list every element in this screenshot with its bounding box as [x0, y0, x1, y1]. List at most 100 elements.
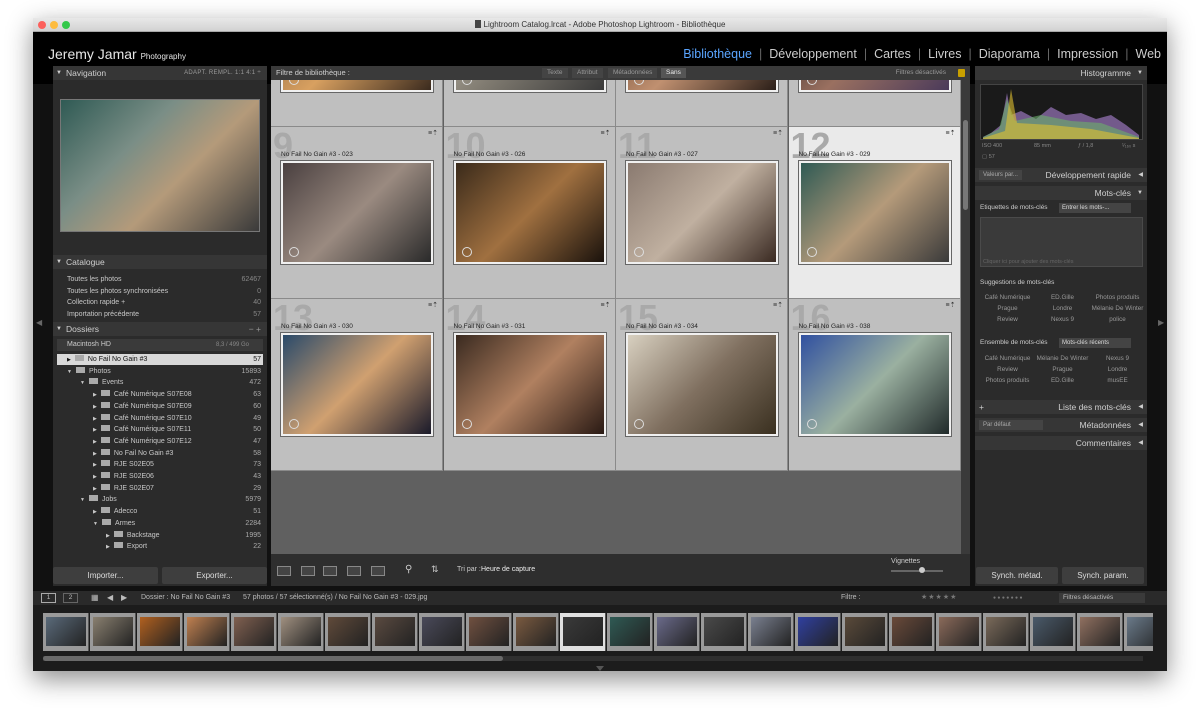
disclosure-triangle-icon[interactable]: ▶	[93, 474, 97, 480]
disclosure-triangle-icon[interactable]: ▶	[93, 462, 97, 468]
filmstrip-thumb[interactable]	[513, 613, 559, 651]
sort-direction-icon[interactable]: ⇅	[431, 564, 439, 575]
keyword-chip[interactable]: Prague	[980, 305, 1035, 312]
filter-tab-text[interactable]: Texte	[542, 68, 568, 78]
keyword-set-select[interactable]: Mots-clés récents	[1059, 338, 1131, 348]
filmstrip-thumb[interactable]	[983, 613, 1029, 651]
metadata-badge-icon[interactable]: ≡⇡	[601, 129, 611, 137]
filmstrip-thumb[interactable]	[654, 613, 700, 651]
folder-item[interactable]: ▶ Café Numérique S07E10	[93, 413, 192, 425]
module-tab[interactable]: Diaporama	[979, 47, 1040, 61]
photo-thumbnail[interactable]	[798, 80, 951, 92]
folder-item[interactable]: ▶ RJE S02E05	[93, 459, 154, 471]
module-tab[interactable]: Bibliothèque	[683, 47, 752, 61]
folder-item[interactable]: ▶ No Fail No Gain #3	[67, 354, 147, 366]
grid-cell[interactable]: 14 No Fail No Gain #3 - 031 ≡⇡	[443, 297, 616, 471]
keyword-chip[interactable]: Café Numérique	[980, 294, 1035, 301]
filmstrip-thumb[interactable]	[1124, 613, 1153, 651]
photo-thumbnail[interactable]	[281, 333, 433, 436]
photo-thumbnail[interactable]	[281, 80, 433, 92]
close-window-button[interactable]	[38, 21, 46, 29]
right-panel-toggle-icon[interactable]: ▶	[1158, 318, 1164, 327]
disclosure-triangle-icon[interactable]: ▶	[93, 392, 97, 398]
maximize-window-button[interactable]	[62, 21, 70, 29]
keyword-chip[interactable]: Mélanie De Winter	[1090, 305, 1145, 312]
keyword-chip[interactable]: Londre	[1090, 366, 1145, 373]
sync-metadata-button[interactable]: Synch. métad.	[976, 567, 1058, 584]
filmstrip-thumb[interactable]	[701, 613, 747, 651]
grid-icon[interactable]: ▦	[91, 591, 99, 605]
module-tab[interactable]: Impression	[1057, 47, 1118, 61]
disclosure-triangle-icon[interactable]: ▼	[80, 380, 85, 386]
keyword-entry-mode[interactable]: Entrer les mots-...	[1059, 203, 1131, 213]
folder-item[interactable]: ▶ Backstage	[106, 530, 160, 542]
export-button[interactable]: Exporter...	[162, 567, 267, 584]
photo-thumbnail[interactable]	[453, 161, 606, 264]
module-tab[interactable]: Livres	[928, 47, 961, 61]
filmstrip-thumb[interactable]	[231, 613, 277, 651]
histogram-header[interactable]: Histogramme	[975, 66, 1147, 80]
catalog-row[interactable]: Toutes les photos 62467	[67, 274, 261, 286]
photo-thumbnail[interactable]	[798, 333, 951, 436]
color-label-filter[interactable]: ● ● ● ● ● ● ●	[993, 591, 1022, 605]
compare-view-icon[interactable]	[323, 566, 337, 576]
filmstrip-thumb[interactable]	[278, 613, 324, 651]
lock-icon[interactable]	[958, 69, 965, 77]
disclosure-triangle-icon[interactable]: ▶	[93, 439, 97, 445]
keyword-chip[interactable]: Review	[980, 316, 1035, 323]
filmstrip-thumb[interactable]	[936, 613, 982, 651]
keyword-chip[interactable]: police	[1090, 316, 1145, 323]
filmstrip-scrollbar[interactable]	[43, 656, 1143, 661]
import-button[interactable]: Importer...	[53, 567, 158, 584]
window-2-button[interactable]: 2	[63, 593, 78, 603]
spray-can-icon[interactable]: ⚲	[405, 564, 412, 575]
grid-cell[interactable]: ≡⇡	[271, 80, 443, 127]
filmstrip-thumb[interactable]	[325, 613, 371, 651]
catalog-row[interactable]: Toutes les photos synchronisées 0	[67, 286, 261, 298]
filmstrip-thumb[interactable]	[372, 613, 418, 651]
add-keyword-icon[interactable]: +	[979, 400, 984, 414]
catalog-row[interactable]: Collection rapide + 40	[67, 297, 261, 309]
zoom-options[interactable]: ADAPT. REMPL. 1:1 4:1 ÷	[184, 66, 261, 80]
folder-item[interactable]: ▶ Café Numérique S07E12	[93, 436, 192, 448]
keyword-chip[interactable]: Photos produits	[980, 377, 1035, 384]
keyword-chip[interactable]: ED.Gille	[1035, 377, 1090, 384]
disclosure-triangle-icon[interactable]: ▶	[106, 544, 110, 550]
disclosure-triangle-icon[interactable]: ▶	[93, 404, 97, 410]
filmstrip-thumb[interactable]	[1030, 613, 1076, 651]
saved-preset-select[interactable]: Valeurs par...	[979, 170, 1022, 180]
keyword-chip[interactable]: Nexus 9	[1090, 355, 1145, 362]
source-folder[interactable]: Dossier : No Fail No Gain #3	[141, 591, 230, 605]
photo-thumbnail[interactable]	[453, 333, 606, 436]
keyword-chip[interactable]: Nexus 9	[1035, 316, 1090, 323]
filmstrip-thumb[interactable]	[889, 613, 935, 651]
add-keywords-placeholder[interactable]: Cliquer ici pour ajouter des mots-clés	[983, 259, 1073, 265]
keyword-chip[interactable]: Mélanie De Winter	[1035, 355, 1090, 362]
disclosure-triangle-icon[interactable]: ▶	[67, 357, 71, 363]
grid-cell[interactable]: 13 No Fail No Gain #3 - 030 ≡⇡	[271, 297, 443, 471]
sort-select[interactable]: Heure de capture	[481, 566, 535, 573]
filmstrip-thumb[interactable]	[607, 613, 653, 651]
grid-cell[interactable]: ≡⇡	[616, 80, 788, 127]
grid-cell[interactable]: ≡⇡	[788, 80, 961, 127]
module-tab[interactable]: Développement	[769, 47, 857, 61]
folder-item[interactable]: ▼ Events	[80, 377, 123, 389]
catalog-row[interactable]: Importation précédente 57	[67, 309, 261, 321]
survey-view-icon[interactable]	[347, 566, 361, 576]
metadata-header[interactable]: Par défaut Métadonnées	[975, 418, 1147, 432]
disclosure-triangle-icon[interactable]: ▼	[93, 521, 98, 527]
folder-item[interactable]: ▶ RJE S02E06	[93, 471, 154, 483]
thumbnail-size-slider[interactable]	[891, 570, 943, 572]
filmstrip-thumb[interactable]	[795, 613, 841, 651]
metadata-badge-icon[interactable]: ≡⇡	[773, 301, 783, 309]
forward-arrow-icon[interactable]: ▶	[121, 591, 127, 605]
collapse-bottom-arrow-icon[interactable]	[596, 666, 604, 671]
photo-thumbnail[interactable]	[626, 333, 778, 436]
disclosure-triangle-icon[interactable]: ▼	[67, 369, 72, 375]
filmstrip-thumb[interactable]	[137, 613, 183, 651]
folder-item[interactable]: ▼ Jobs	[80, 494, 117, 506]
filter-tab-none[interactable]: Sans	[661, 68, 686, 78]
grid-cell[interactable]: 11 No Fail No Gain #3 - 027 ≡⇡	[616, 125, 788, 299]
filmstrip-thumb[interactable]	[560, 613, 606, 651]
filmstrip-thumb[interactable]	[842, 613, 888, 651]
